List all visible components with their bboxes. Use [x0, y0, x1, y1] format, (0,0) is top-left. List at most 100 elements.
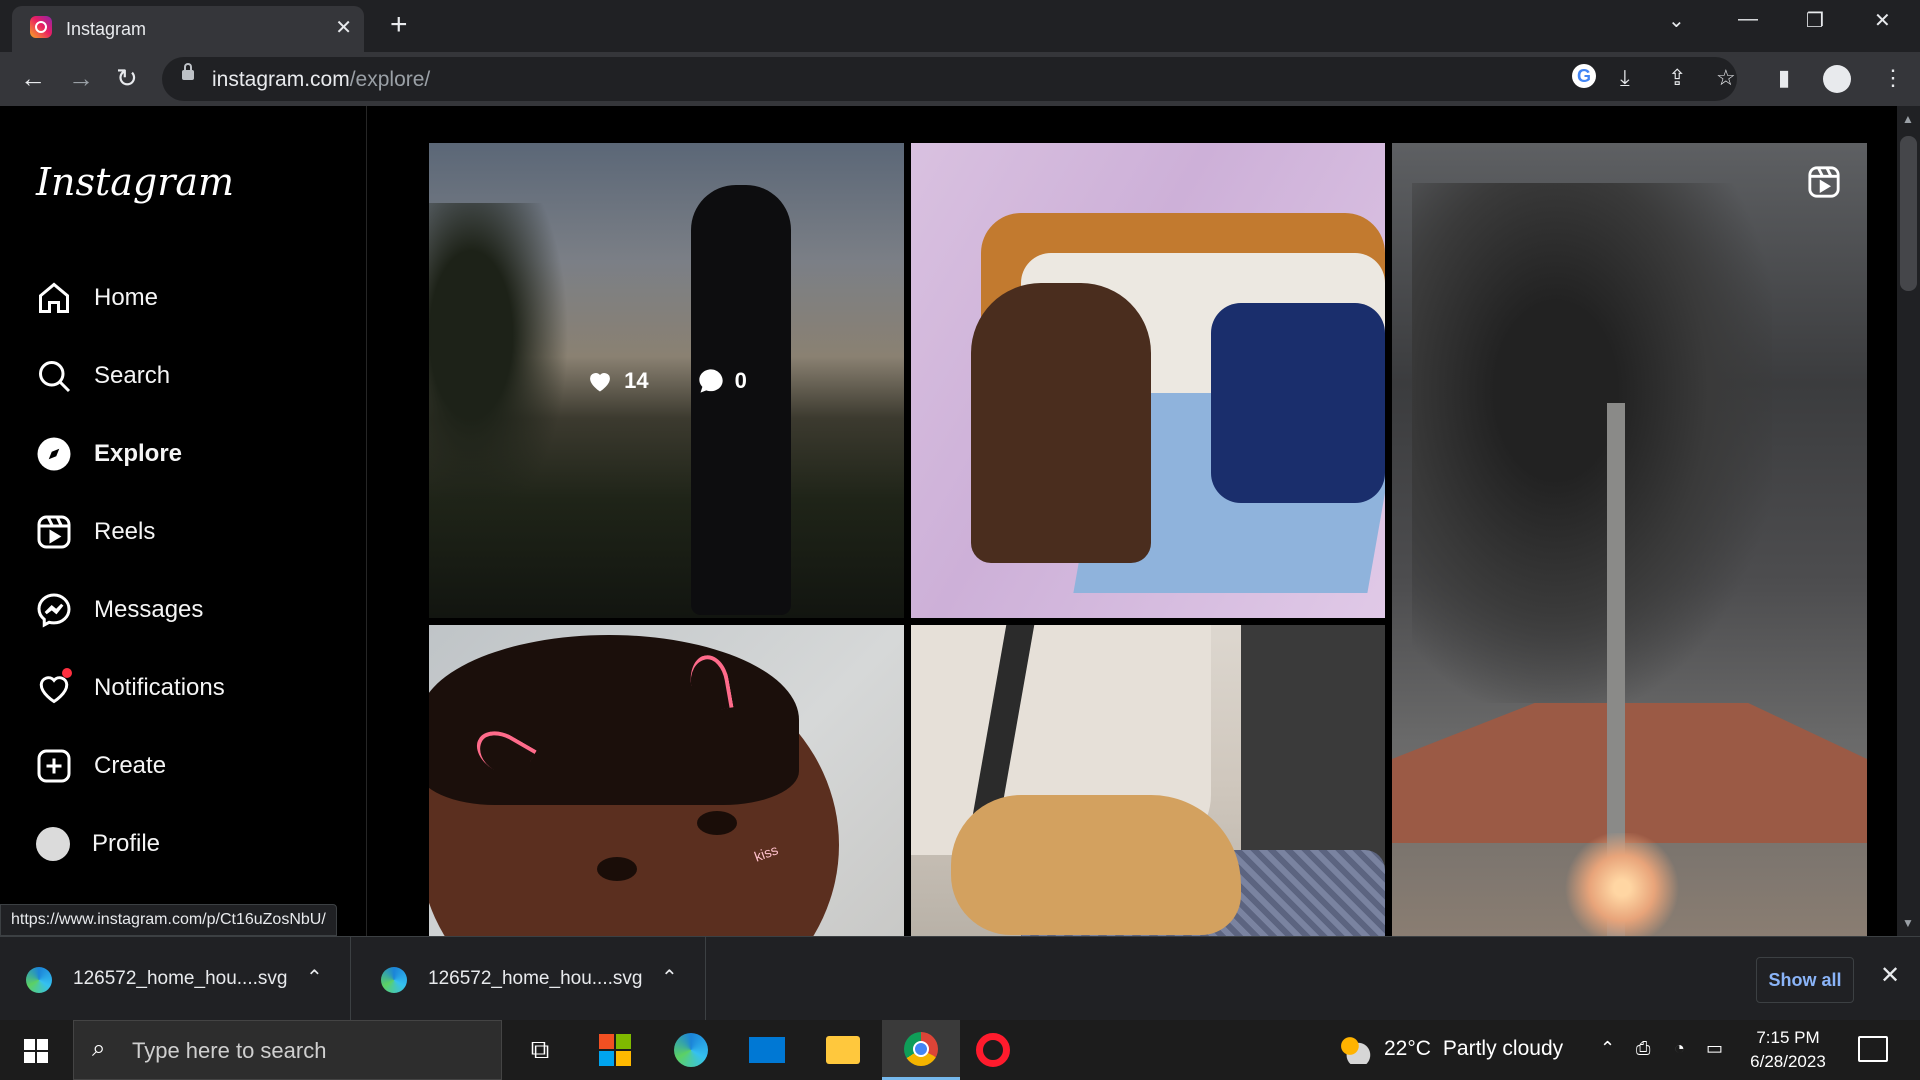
- weather-widget[interactable]: 22°C Partly cloudy: [1338, 1034, 1563, 1064]
- install-app-icon[interactable]: ⤓: [1620, 65, 1630, 91]
- google-icon[interactable]: G: [1572, 64, 1596, 88]
- partly-cloudy-icon: [1338, 1034, 1372, 1064]
- home-icon: [39, 282, 69, 313]
- scroll-down-icon[interactable]: ▼: [1902, 916, 1914, 930]
- download-item[interactable]: 126572_home_hou....svg ⌃: [355, 937, 706, 1021]
- side-panel-icon[interactable]: ▮: [1778, 65, 1790, 91]
- explore-post-dog-car[interactable]: [911, 625, 1385, 945]
- forward-icon[interactable]: →: [68, 63, 94, 93]
- back-icon[interactable]: ←: [20, 63, 46, 93]
- likes-stat: 14: [586, 367, 649, 395]
- nav-label: Explore: [94, 440, 183, 467]
- show-all-downloads-button[interactable]: Show all: [1756, 957, 1854, 1003]
- reel-badge-icon: [1808, 166, 1840, 198]
- clock-time: 7:15 PM: [1756, 1028, 1820, 1047]
- nav-reels[interactable]: Reels: [36, 504, 356, 560]
- chevron-up-icon[interactable]: ⌃: [1600, 1038, 1615, 1059]
- lock-icon[interactable]: [182, 63, 194, 80]
- action-center-icon[interactable]: [1858, 1036, 1888, 1062]
- meet-now-icon[interactable]: ⎙: [1636, 1038, 1650, 1059]
- reels-icon: [37, 515, 71, 549]
- nav-label: Create: [94, 752, 167, 779]
- chevron-up-icon[interactable]: ⌃: [661, 965, 678, 990]
- comments-count: 0: [734, 367, 747, 393]
- search-placeholder: Type here to search: [132, 1038, 327, 1063]
- likes-count: 14: [624, 367, 649, 393]
- address-bar[interactable]: instagram.com/explore/: [162, 57, 1737, 101]
- explore-post-selfie[interactable]: kiss: [429, 625, 904, 945]
- download-item[interactable]: 126572_home_hou....svg ⌃: [0, 937, 351, 1021]
- profile-avatar: [36, 827, 70, 861]
- smoke-cloud: [1412, 183, 1772, 703]
- battery-icon[interactable]: ▭: [1706, 1038, 1723, 1059]
- minimize-icon[interactable]: —: [1738, 8, 1758, 31]
- nav-home[interactable]: Home: [36, 270, 356, 326]
- eye-left: [597, 857, 637, 881]
- person-sitting: [971, 283, 1151, 563]
- windows-start-icon[interactable]: [24, 1039, 48, 1063]
- nav-notifications[interactable]: Notifications: [36, 660, 356, 716]
- download-filename: 126572_home_hou....svg: [428, 968, 643, 989]
- nav-profile[interactable]: Profile: [36, 816, 356, 872]
- nav-label: Search: [94, 362, 171, 389]
- instagram-sidebar: Instagram Home Search Explore Reels Mess…: [0, 106, 367, 936]
- taskbar-clock[interactable]: 7:15 PM 6/28/2023: [1740, 1026, 1836, 1074]
- opera-icon[interactable]: [958, 1020, 1028, 1080]
- fire-glow: [1562, 833, 1682, 943]
- nav-messages[interactable]: Messages: [36, 582, 356, 638]
- task-view-icon[interactable]: ⧉: [505, 1020, 575, 1080]
- hair: [429, 635, 799, 805]
- close-window-icon[interactable]: ✕: [1874, 8, 1891, 33]
- chrome-icon[interactable]: [882, 1020, 960, 1080]
- link-status-bubble: https://www.instagram.com/p/Ct16uZosNbU/: [0, 904, 337, 936]
- nav-label: Profile: [92, 830, 161, 857]
- plus-square-icon: [37, 749, 71, 783]
- new-tab-button[interactable]: +: [390, 8, 408, 42]
- instagram-logo[interactable]: Instagram: [36, 160, 234, 204]
- download-filename: 126572_home_hou....svg: [73, 968, 288, 989]
- browser-tab[interactable]: Instagram ✕: [12, 6, 364, 52]
- post-hover-stats: 14 0: [429, 143, 904, 618]
- eye-right: [697, 811, 737, 835]
- explore-reel-fire[interactable]: [1392, 143, 1867, 943]
- close-shelf-icon[interactable]: ✕: [1880, 961, 1900, 990]
- scroll-up-icon[interactable]: ▲: [1902, 112, 1914, 126]
- comment-filled-icon: [698, 368, 723, 393]
- mail-icon[interactable]: [732, 1020, 802, 1080]
- nav-label: Home: [94, 284, 159, 311]
- tab-search-icon[interactable]: ⌄: [1668, 8, 1685, 33]
- file-explorer-icon[interactable]: [808, 1020, 878, 1080]
- messenger-icon: [37, 593, 71, 628]
- explore-grid: 14 0 kiss: [367, 106, 1897, 945]
- url-text[interactable]: instagram.com/explore/: [212, 68, 430, 92]
- windows-taskbar: ⌕ Type here to search ⧉ 22°C Partly clou…: [0, 1020, 1920, 1080]
- reload-icon[interactable]: ↻: [116, 63, 138, 93]
- nav-create[interactable]: Create: [36, 738, 356, 794]
- sleeping-dog: [951, 795, 1241, 935]
- search-icon: ⌕: [92, 1035, 106, 1062]
- explore-post-silhouette[interactable]: 14 0: [429, 143, 904, 618]
- nav-label: Messages: [94, 596, 204, 623]
- microsoft-store-icon[interactable]: [580, 1020, 650, 1080]
- taskbar-search-box[interactable]: ⌕ Type here to search: [73, 1020, 502, 1080]
- weather-desc: Partly cloudy: [1442, 1037, 1564, 1060]
- compass-icon: [37, 437, 71, 471]
- nav-explore[interactable]: Explore: [36, 426, 356, 482]
- edge-file-icon: [381, 967, 407, 993]
- restore-icon[interactable]: ❐: [1806, 8, 1824, 33]
- scroll-thumb[interactable]: [1900, 136, 1917, 291]
- explore-post-bedroom[interactable]: [911, 143, 1385, 618]
- tab-title: Instagram: [66, 19, 147, 39]
- nav-label: Notifications: [94, 674, 225, 701]
- wifi-icon[interactable]: ◔: [1674, 1038, 1685, 1059]
- chevron-up-icon[interactable]: ⌃: [306, 965, 323, 990]
- instagram-favicon-icon: [30, 16, 52, 38]
- bookmark-star-icon[interactable]: ☆: [1716, 65, 1736, 91]
- edge-icon[interactable]: [656, 1020, 726, 1080]
- tab-close-icon[interactable]: ✕: [335, 15, 352, 40]
- share-icon[interactable]: ⇪: [1668, 65, 1686, 91]
- profile-avatar-icon[interactable]: [1823, 65, 1851, 93]
- menu-kebab-icon[interactable]: ⋮: [1882, 65, 1904, 91]
- page-scrollbar[interactable]: ▲ ▼: [1897, 106, 1920, 936]
- nav-search[interactable]: Search: [36, 348, 356, 404]
